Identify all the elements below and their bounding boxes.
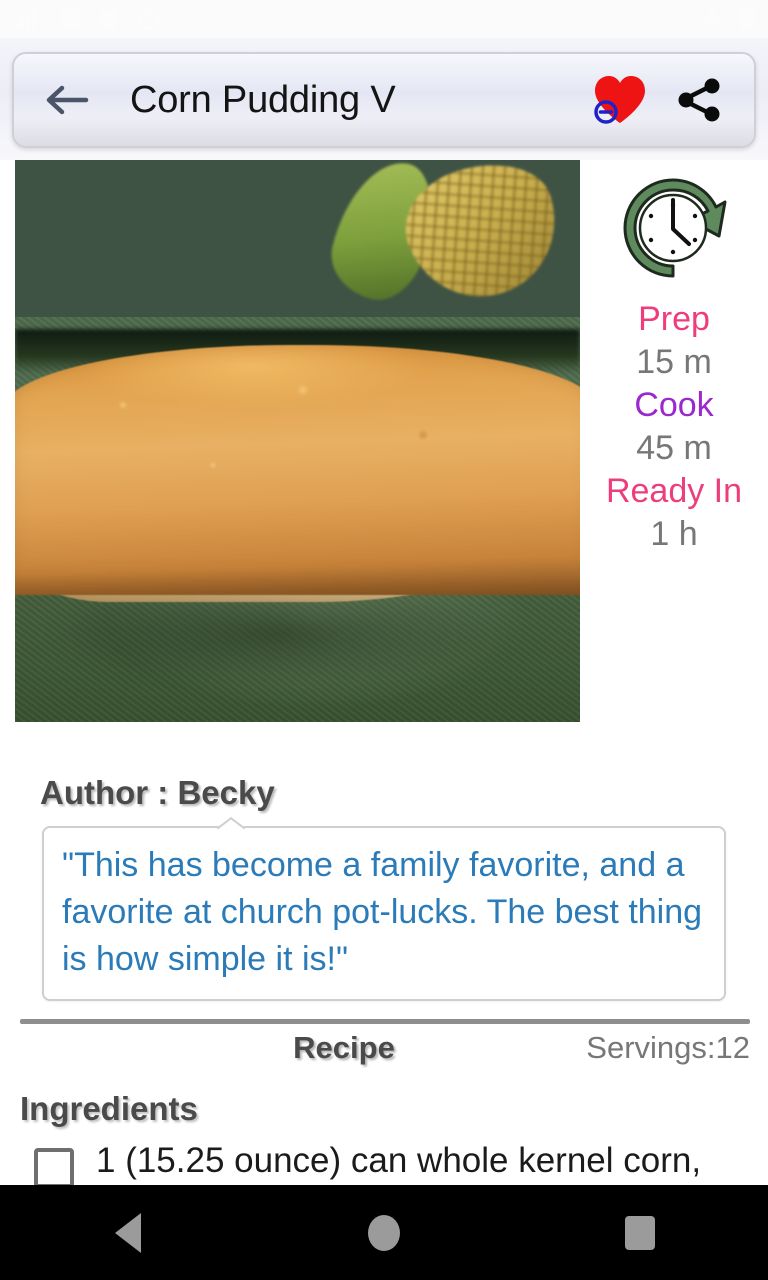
hero-row: Prep 15 m Cook 45 m Ready In 1 h [0, 160, 768, 722]
prep-value: 15 m [636, 343, 712, 381]
cook-value: 45 m [636, 429, 712, 467]
heart-minus-icon [594, 76, 645, 124]
nav-home-button[interactable] [329, 1185, 439, 1280]
share-icon [678, 78, 720, 122]
signal-bars-icon [14, 9, 40, 29]
section-divider [20, 1019, 750, 1024]
back-arrow-icon [46, 85, 89, 115]
nav-home-icon [368, 1214, 400, 1251]
author-quote-text: "This has become a family favorite, and … [62, 846, 703, 978]
status-bar-left-icons [14, 8, 159, 30]
list-item: 1 (15.25 ounce) can whole kernel corn, d… [34, 1140, 750, 1185]
battery-icon [741, 8, 754, 30]
status-bar [0, 0, 768, 38]
quote-bubble-tail [216, 817, 246, 839]
ingredient-text: 1 (15.25 ounce) can whole kernel corn, d… [96, 1141, 702, 1185]
recipe-header-row: Recipe Servings:12 [0, 1030, 768, 1082]
at-circle-icon [138, 8, 159, 30]
status-bar-right-icons [701, 8, 754, 30]
nav-back-icon [115, 1212, 141, 1253]
author-quote-box: "This has become a family favorite, and … [42, 817, 726, 1001]
author-line: Author : Becky [40, 774, 275, 811]
nav-recents-icon [625, 1215, 655, 1250]
cook-label: Cook [634, 386, 714, 424]
ready-in-label: Ready In [605, 472, 743, 510]
nav-recents-button[interactable] [585, 1185, 695, 1280]
app-bar: Corn Pudding V [12, 52, 756, 148]
sd-card-icon [101, 9, 116, 29]
sim-card-icon [62, 9, 79, 29]
back-button[interactable] [40, 74, 92, 126]
clock-arrow-icon [623, 178, 727, 278]
ready-in-value: 1 h [650, 515, 698, 553]
ingredients-heading: Ingredients [20, 1090, 198, 1127]
favorite-button[interactable] [584, 68, 656, 132]
prep-label: Prep [638, 300, 710, 338]
recipe-photo [15, 160, 580, 722]
share-button[interactable] [668, 70, 732, 130]
page-title: Corn Pudding V [130, 78, 396, 121]
ingredient-checkbox[interactable] [34, 1148, 74, 1185]
servings-label: Servings:12 [586, 1030, 750, 1065]
photo-pudding-top [15, 345, 580, 596]
airplane-mode-icon [701, 8, 723, 30]
app-bar-container: Corn Pudding V [0, 38, 768, 160]
time-info-column: Prep 15 m Cook 45 m Ready In 1 h [580, 160, 768, 556]
android-nav-bar [0, 1185, 768, 1280]
recipe-content: Prep 15 m Cook 45 m Ready In 1 h Author … [0, 160, 768, 1185]
nav-back-button[interactable] [73, 1185, 183, 1280]
